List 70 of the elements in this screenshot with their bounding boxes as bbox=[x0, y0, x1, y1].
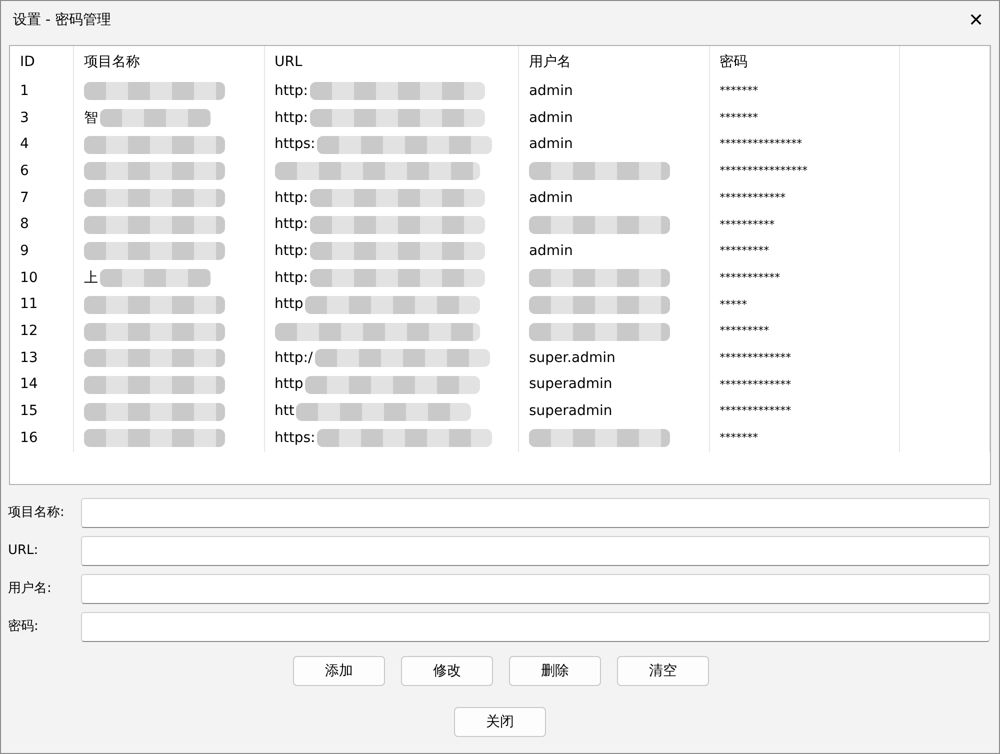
table-cell-text: 13 bbox=[20, 348, 38, 368]
input-field[interactable] bbox=[81, 536, 990, 566]
action-button[interactable]: 删除 bbox=[509, 656, 601, 686]
table-cell-text: 3 bbox=[20, 108, 29, 128]
table-cell-text: 1 bbox=[20, 82, 29, 101]
table-cell-text: ************* bbox=[720, 403, 792, 420]
table-cell-text: 10 bbox=[20, 268, 38, 288]
table-cell-text: 14 bbox=[20, 375, 38, 394]
table-cell-text: admin bbox=[528, 242, 573, 261]
table-cell-text: super.admin bbox=[528, 348, 616, 368]
table-cell-text: http bbox=[274, 295, 304, 314]
table-cell-text: 16 bbox=[20, 428, 38, 448]
table-cell-text: http:/ bbox=[274, 348, 313, 368]
table-cell-text: admin bbox=[528, 82, 573, 101]
table-cell-text: http: bbox=[274, 188, 308, 208]
table-cell-text: http: bbox=[274, 215, 308, 234]
table-cell-text: ************ bbox=[720, 190, 786, 206]
table-cell-text: 6 bbox=[20, 162, 29, 181]
table-cell-text: ************* bbox=[720, 350, 792, 366]
table-cell-text: admin bbox=[528, 135, 573, 154]
input-field[interactable] bbox=[81, 612, 990, 642]
column-header[interactable]: 项目名称 bbox=[84, 52, 140, 72]
table-cell-text: admin bbox=[528, 108, 573, 128]
action-button[interactable]: 清空 bbox=[617, 656, 709, 686]
column-header[interactable]: 用户名 bbox=[528, 52, 571, 72]
table-cell-text: superadmin bbox=[528, 402, 612, 422]
column-header[interactable]: 密码 bbox=[720, 52, 748, 72]
table-cell-text: 15 bbox=[20, 402, 38, 422]
table-cell-text: 12 bbox=[20, 322, 38, 342]
field-label: URL: bbox=[8, 542, 40, 560]
table-cell-text: 9 bbox=[20, 242, 29, 261]
close-button[interactable]: ✕ bbox=[953, 1, 999, 39]
table-cell-text: ********* bbox=[720, 323, 770, 340]
table-cell-text: *************** bbox=[720, 136, 802, 152]
input-field[interactable] bbox=[81, 574, 990, 604]
field-label: 密码: bbox=[8, 618, 40, 636]
table-cell-text: 7 bbox=[20, 188, 29, 208]
table-cell-text: 上 bbox=[84, 268, 98, 288]
table-cell-text: https: bbox=[274, 135, 316, 154]
table-cell-text: *********** bbox=[720, 270, 780, 286]
table-cell-text: http: bbox=[274, 108, 308, 128]
table-cell-text: admin bbox=[528, 188, 573, 208]
table-cell-text: 4 bbox=[20, 135, 29, 154]
table-cell-text: ***** bbox=[720, 296, 748, 313]
action-button[interactable]: 添加 bbox=[293, 656, 385, 686]
table-cell-text: **************** bbox=[720, 163, 808, 180]
input-field[interactable] bbox=[81, 498, 990, 528]
table-cell-text: http bbox=[274, 375, 304, 394]
table-cell-text: 8 bbox=[20, 215, 29, 234]
table-cell-text: ************* bbox=[720, 376, 792, 393]
field-label: 用户名: bbox=[8, 580, 52, 598]
table-cell-text: http: bbox=[274, 82, 308, 101]
column-header[interactable]: ID bbox=[20, 52, 35, 72]
window-title: 设置 - 密码管理 bbox=[13, 10, 111, 30]
table-cell-text: 智 bbox=[84, 108, 98, 128]
table-cell-text: ******* bbox=[720, 110, 758, 126]
table-cell-text: http: bbox=[274, 242, 308, 261]
column-header[interactable]: URL bbox=[274, 52, 302, 72]
table-cell-text: 11 bbox=[20, 295, 38, 314]
table-cell-text: https: bbox=[274, 428, 316, 448]
close-dialog-button[interactable]: 关闭 bbox=[454, 707, 546, 737]
table-cell-text: ********** bbox=[720, 216, 775, 233]
table-cell-text: ******* bbox=[720, 83, 758, 100]
table-cell-text: http: bbox=[274, 268, 308, 288]
table-cell-text: ********* bbox=[720, 243, 770, 260]
table-cell-text: htt bbox=[274, 402, 294, 422]
table-cell-text: superadmin bbox=[528, 375, 612, 394]
action-button[interactable]: 修改 bbox=[401, 656, 493, 686]
table-cell-text: ******* bbox=[720, 430, 758, 446]
field-label: 项目名称: bbox=[8, 504, 66, 522]
